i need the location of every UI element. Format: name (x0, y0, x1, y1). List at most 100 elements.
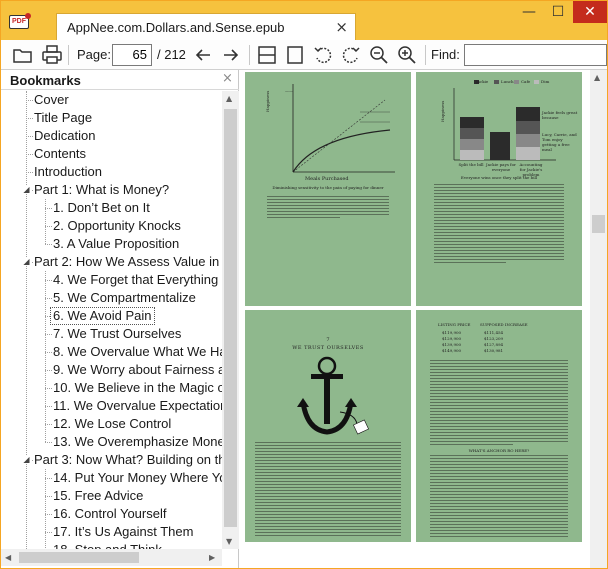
document-view[interactable]: —— Happiness Meals Purchased Diminishing… (240, 70, 607, 568)
scroll-down-arrow-icon[interactable]: ▼ (226, 537, 232, 546)
page-label: Page: (77, 47, 111, 62)
toolbar-separator (249, 45, 250, 65)
legend-item: Lunch (501, 79, 514, 84)
tree-connector-line (45, 271, 46, 442)
page-number-input[interactable]: 65 (112, 44, 152, 66)
fit-page-icon[interactable] (283, 43, 307, 67)
bookmark-item[interactable]: 15. Free Advice (53, 487, 143, 505)
table-cell: SUPPOSED INCREASE (480, 322, 528, 327)
scrollbar-thumb[interactable] (19, 552, 139, 563)
tree-connector-line (45, 352, 52, 353)
table-cell: $119,900 (442, 330, 462, 335)
toolbar: Page: 65 / 212 Find: (1, 40, 607, 70)
bookmark-part-item[interactable]: Part 3: Now What? Building on the S (34, 451, 222, 469)
bookmark-item[interactable]: Dedication (34, 127, 95, 145)
collapse-arrow-icon[interactable]: ◢ (22, 455, 31, 464)
zoom-in-icon[interactable] (395, 43, 419, 67)
toolbar-separator (68, 45, 69, 65)
bookmark-item[interactable]: 17. It’s Us Against Them (53, 523, 193, 541)
tree-connector-line (45, 442, 52, 443)
bar-label: Jackie pays for everyone (486, 162, 516, 172)
find-input[interactable] (464, 44, 607, 66)
scrollbar-thumb[interactable] (224, 109, 237, 527)
bookmark-item[interactable]: 8. We Overvalue What We Have (53, 343, 222, 361)
bookmarks-panel: Bookmarks × Cover Title Page Dedication Con… (1, 70, 239, 568)
bookmark-item[interactable]: Contents (34, 145, 86, 163)
print-icon[interactable] (40, 43, 64, 67)
bookmarks-horizontal-scrollbar[interactable]: ◀ ▶ (1, 549, 222, 566)
rotate-right-icon[interactable] (339, 43, 363, 67)
fit-width-icon[interactable] (255, 43, 279, 67)
bookmark-item[interactable]: 16. Control Yourself (53, 505, 166, 523)
title-bar: PDF AppNee.com.Dollars.and.Sense.epub × … (1, 1, 607, 40)
tab-title: AppNee.com.Dollars.and.Sense.epub (67, 20, 285, 35)
tree-connector-line (45, 496, 52, 497)
bookmark-item[interactable]: Cover (34, 91, 69, 109)
toolbar-separator (425, 45, 426, 65)
bookmark-part-item[interactable]: Part 2: How We Assess Value in Way (34, 253, 222, 271)
bookmarks-title: Bookmarks (10, 73, 81, 88)
bookmark-item[interactable]: 2. Opportunity Knocks (53, 217, 181, 235)
bookmark-item[interactable]: 14. Put Your Money Where Your (53, 469, 222, 487)
document-vertical-scrollbar[interactable]: ▲ (590, 70, 607, 568)
bookmarks-header: Bookmarks × (1, 70, 239, 90)
bookmark-item[interactable]: 6. We Avoid Pain (50, 307, 155, 325)
bookmarks-vertical-scrollbar[interactable]: ▲ ▼ (222, 91, 239, 549)
scroll-up-arrow-icon[interactable]: ▲ (594, 73, 600, 82)
maximize-button[interactable]: ☐ (544, 1, 572, 23)
table-cell: $139,900 (442, 342, 462, 347)
tab-close-button[interactable]: × (335, 18, 348, 36)
legend-item: Cafe (521, 79, 531, 84)
document-tab[interactable]: AppNee.com.Dollars.and.Sense.epub × (56, 13, 356, 40)
collapse-arrow-icon[interactable]: ◢ (22, 185, 31, 194)
next-page-icon[interactable] (219, 43, 243, 67)
figure-note: Lucy, Carrie, and Tom enjoy getting a fr… (542, 132, 577, 152)
bookmark-item[interactable]: 13. We Overemphasize Money (53, 433, 222, 451)
minimize-button[interactable]: — (515, 1, 543, 23)
tree-connector-line (45, 298, 52, 299)
bookmark-item[interactable]: 1. Don’t Bet on It (53, 199, 150, 217)
zoom-out-icon[interactable] (367, 43, 391, 67)
table-cell: $111,454 (484, 330, 504, 335)
bookmark-item[interactable]: 11. We Overvalue Expectations (53, 397, 222, 415)
tree-connector-line (45, 334, 52, 335)
bookmark-item[interactable]: 10. We Believe in the Magic of L (53, 379, 222, 397)
figure-caption: Diminishing sensitivity to the pain of p… (272, 185, 384, 190)
app-window: PDF AppNee.com.Dollars.and.Sense.epub × … (0, 0, 608, 569)
bookmark-item[interactable]: 12. We Lose Control (53, 415, 171, 433)
close-window-button[interactable]: ✕ (573, 1, 607, 23)
bookmark-item[interactable]: 4. We Forget that Everything is R (53, 271, 222, 289)
scroll-left-arrow-icon[interactable]: ◀ (5, 553, 11, 562)
table-cell: $123,209 (484, 336, 504, 341)
table-cell: LISTING PRICE (438, 322, 471, 327)
tree-connector-line (45, 208, 52, 209)
open-folder-icon[interactable] (11, 43, 35, 67)
tree-connector-line (45, 388, 52, 389)
bookmark-item[interactable]: 3. A Value Proposition (53, 235, 179, 253)
scrollbar-thumb[interactable] (592, 215, 605, 233)
previous-page-icon[interactable] (191, 43, 215, 67)
scroll-up-arrow-icon[interactable]: ▲ (226, 94, 232, 103)
body-text (255, 442, 401, 538)
table-cell: $127,894 (484, 342, 504, 347)
body-text (430, 455, 568, 539)
bookmark-item[interactable]: 9. We Worry about Fairness and (53, 361, 222, 379)
bookmark-item[interactable]: Introduction (34, 163, 102, 181)
rotate-left-icon[interactable] (311, 43, 335, 67)
bookmark-item[interactable]: Title Page (34, 109, 92, 127)
chapter-title: WE TRUST OURSELVES (292, 345, 364, 351)
bookmark-part-item[interactable]: Part 1: What is Money? (34, 181, 169, 199)
tree-connector-line (26, 154, 33, 155)
collapse-arrow-icon[interactable]: ◢ (22, 257, 31, 266)
bookmark-item[interactable]: 5. We Compartmentalize (53, 289, 196, 307)
bookmark-item[interactable]: 18. Stop and Think (53, 541, 162, 549)
tree-connector-line (26, 172, 33, 173)
legend-item: Dim (541, 79, 550, 84)
bookmarks-close-icon[interactable]: × (222, 71, 233, 86)
tree-connector-line (45, 532, 52, 533)
table-cell: $129,900 (442, 336, 462, 341)
figure-xlabel: Meals Purchased (305, 176, 349, 182)
scroll-right-arrow-icon[interactable]: ▶ (209, 553, 215, 562)
tree-connector-line (45, 424, 52, 425)
bookmark-item[interactable]: 7. We Trust Ourselves (53, 325, 181, 343)
